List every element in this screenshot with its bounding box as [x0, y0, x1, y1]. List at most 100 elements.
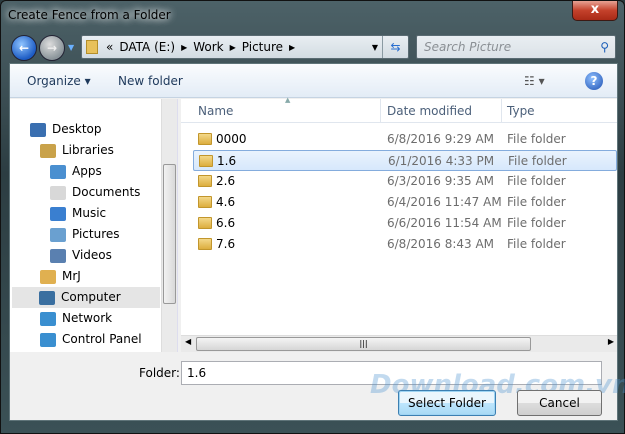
chevron-right-icon[interactable]: ▶	[181, 43, 187, 52]
nav-scrollbar[interactable]	[161, 99, 177, 352]
toolbar: Organize ▾ New folder ☷ ▾ ?	[10, 64, 617, 98]
folder-icon	[198, 217, 212, 229]
file-name: 4.6	[216, 195, 236, 209]
file-type: File folder	[507, 216, 566, 230]
mrj-icon	[40, 269, 56, 284]
folder-icon	[198, 175, 212, 187]
nav-scrollbar-thumb[interactable]	[163, 164, 176, 304]
nav-item-music[interactable]: Music	[50, 203, 106, 224]
file-name: 7.6	[216, 237, 236, 251]
file-name: 6.6	[216, 216, 236, 230]
folder-input[interactable]: 1.6	[181, 361, 602, 385]
libraries-icon	[40, 143, 56, 158]
select-folder-button[interactable]: Select Folder	[398, 390, 496, 416]
address-bar[interactable]: « DATA (E:) ▶ Work ▶ Picture ▶ ▼ ⇆	[81, 35, 409, 59]
breadcrumb-data[interactable]: DATA (E:)	[119, 40, 175, 54]
address-dropdown-icon[interactable]: ▼	[372, 43, 378, 52]
music-icon	[50, 206, 66, 221]
documents-icon	[50, 185, 66, 200]
file-date: 6/6/2016 11:54 AM	[387, 216, 502, 230]
column-name[interactable]: Name	[198, 104, 233, 118]
file-date: 6/1/2016 4:33 PM	[388, 154, 495, 168]
file-date: 6/3/2016 9:35 AM	[387, 174, 495, 188]
nav-item-label: Documents	[72, 185, 141, 199]
search-placeholder: Search Picture	[424, 40, 512, 54]
folder-label: Folder:	[139, 366, 180, 380]
folder-icon	[198, 238, 212, 250]
breadcrumb-overflow[interactable]: «	[106, 40, 113, 54]
navigation-pane: Control Panel Network Computer MrJ Videos Pic…	[10, 99, 178, 352]
window-title: Create Fence from a Folder	[8, 8, 171, 22]
back-button[interactable]: ←	[11, 35, 37, 61]
file-date: 6/8/2016 8:43 AM	[387, 237, 495, 251]
organize-button[interactable]: Organize ▾	[27, 74, 91, 88]
column-date-modified[interactable]: Date modified	[387, 104, 472, 118]
folder-icon	[199, 155, 213, 167]
nav-item-computer[interactable]: Computer	[12, 287, 160, 308]
control-panel-icon	[40, 332, 56, 347]
file-list: Name ▲ Date modified Type 0000 6/8/2016 …	[181, 96, 617, 335]
nav-item-label: Libraries	[62, 143, 114, 157]
breadcrumb-picture[interactable]: Picture	[242, 40, 283, 54]
close-button[interactable]: x	[572, 1, 618, 21]
recent-pages-dropdown[interactable]: ▼	[68, 43, 74, 52]
search-icon[interactable]: ⚲	[600, 36, 609, 58]
file-row[interactable]: 6.6 6/6/2016 11:54 AM File folder	[193, 213, 617, 234]
file-date: 6/8/2016 9:29 AM	[387, 132, 495, 146]
scroll-left-icon[interactable]: ◀	[185, 337, 191, 346]
nav-item-label: Desktop	[52, 122, 102, 136]
column-headers: Name ▲ Date modified Type	[181, 96, 617, 123]
computer-icon	[39, 290, 55, 305]
file-row[interactable]: 2.6 6/3/2016 9:35 AM File folder	[193, 171, 617, 192]
scroll-right-icon[interactable]: ▶	[608, 337, 614, 346]
nav-item-desktop[interactable]: Desktop	[30, 119, 102, 140]
nav-item-mrj[interactable]: MrJ	[40, 266, 81, 287]
column-type[interactable]: Type	[507, 104, 535, 118]
horizontal-scrollbar-thumb[interactable]: |||	[196, 337, 531, 351]
cancel-button[interactable]: Cancel	[517, 390, 602, 416]
videos-icon	[50, 248, 66, 263]
nav-item-label: Videos	[72, 248, 112, 262]
apps-icon	[50, 164, 66, 179]
file-row[interactable]: 0000 6/8/2016 9:29 AM File folder	[193, 129, 617, 150]
folder-icon	[198, 133, 212, 145]
nav-item-libraries[interactable]: Libraries	[40, 140, 114, 161]
search-input[interactable]: Search Picture ⚲	[416, 35, 616, 59]
file-row[interactable]: 4.6 6/4/2016 11:47 AM File folder	[193, 192, 617, 213]
desktop-icon	[30, 122, 46, 137]
nav-item-control-panel[interactable]: Control Panel	[40, 329, 142, 350]
refresh-icon[interactable]: ⇆	[382, 36, 408, 58]
nav-item-label: Pictures	[72, 227, 120, 241]
file-name: 2.6	[216, 174, 236, 188]
pictures-icon	[50, 227, 66, 242]
nav-item-label: Control Panel	[62, 332, 142, 346]
file-type: File folder	[507, 195, 566, 209]
nav-item-label: Network	[62, 311, 113, 325]
file-row[interactable]: 1.6 6/1/2016 4:33 PM File folder	[193, 150, 617, 171]
breadcrumb-work[interactable]: Work	[193, 40, 223, 54]
nav-item-pictures[interactable]: Pictures	[50, 224, 120, 245]
nav-item-label: Computer	[61, 290, 121, 304]
file-row[interactable]: 7.6 6/8/2016 8:43 AM File folder	[193, 234, 617, 255]
nav-item-label: Apps	[72, 164, 102, 178]
file-type: File folder	[507, 132, 566, 146]
file-name: 1.6	[217, 154, 237, 168]
nav-item-apps[interactable]: Apps	[50, 161, 102, 182]
nav-item-network[interactable]: Network	[40, 308, 112, 329]
new-folder-button[interactable]: New folder	[118, 74, 183, 88]
file-name: 0000	[216, 132, 247, 146]
horizontal-scrollbar[interactable]: ◀ ||| ▶	[181, 335, 617, 352]
nav-item-label: MrJ	[62, 269, 81, 283]
help-icon[interactable]: ?	[585, 72, 603, 90]
nav-item-documents[interactable]: Documents	[50, 182, 140, 203]
chevron-right-icon[interactable]: ▶	[230, 43, 236, 52]
dialog-window: Create Fence from a Folder x ← → ▼ « DAT…	[0, 0, 625, 434]
file-type: File folder	[507, 174, 566, 188]
forward-button[interactable]: →	[39, 35, 65, 61]
dialog-body: Organize ▾ New folder ☷ ▾ ? Control Pane…	[9, 63, 625, 421]
file-type: File folder	[508, 154, 567, 168]
views-button[interactable]: ☷ ▾	[524, 74, 545, 88]
file-date: 6/4/2016 11:47 AM	[387, 195, 502, 209]
nav-item-videos[interactable]: Videos	[50, 245, 112, 266]
chevron-right-icon[interactable]: ▶	[289, 43, 295, 52]
